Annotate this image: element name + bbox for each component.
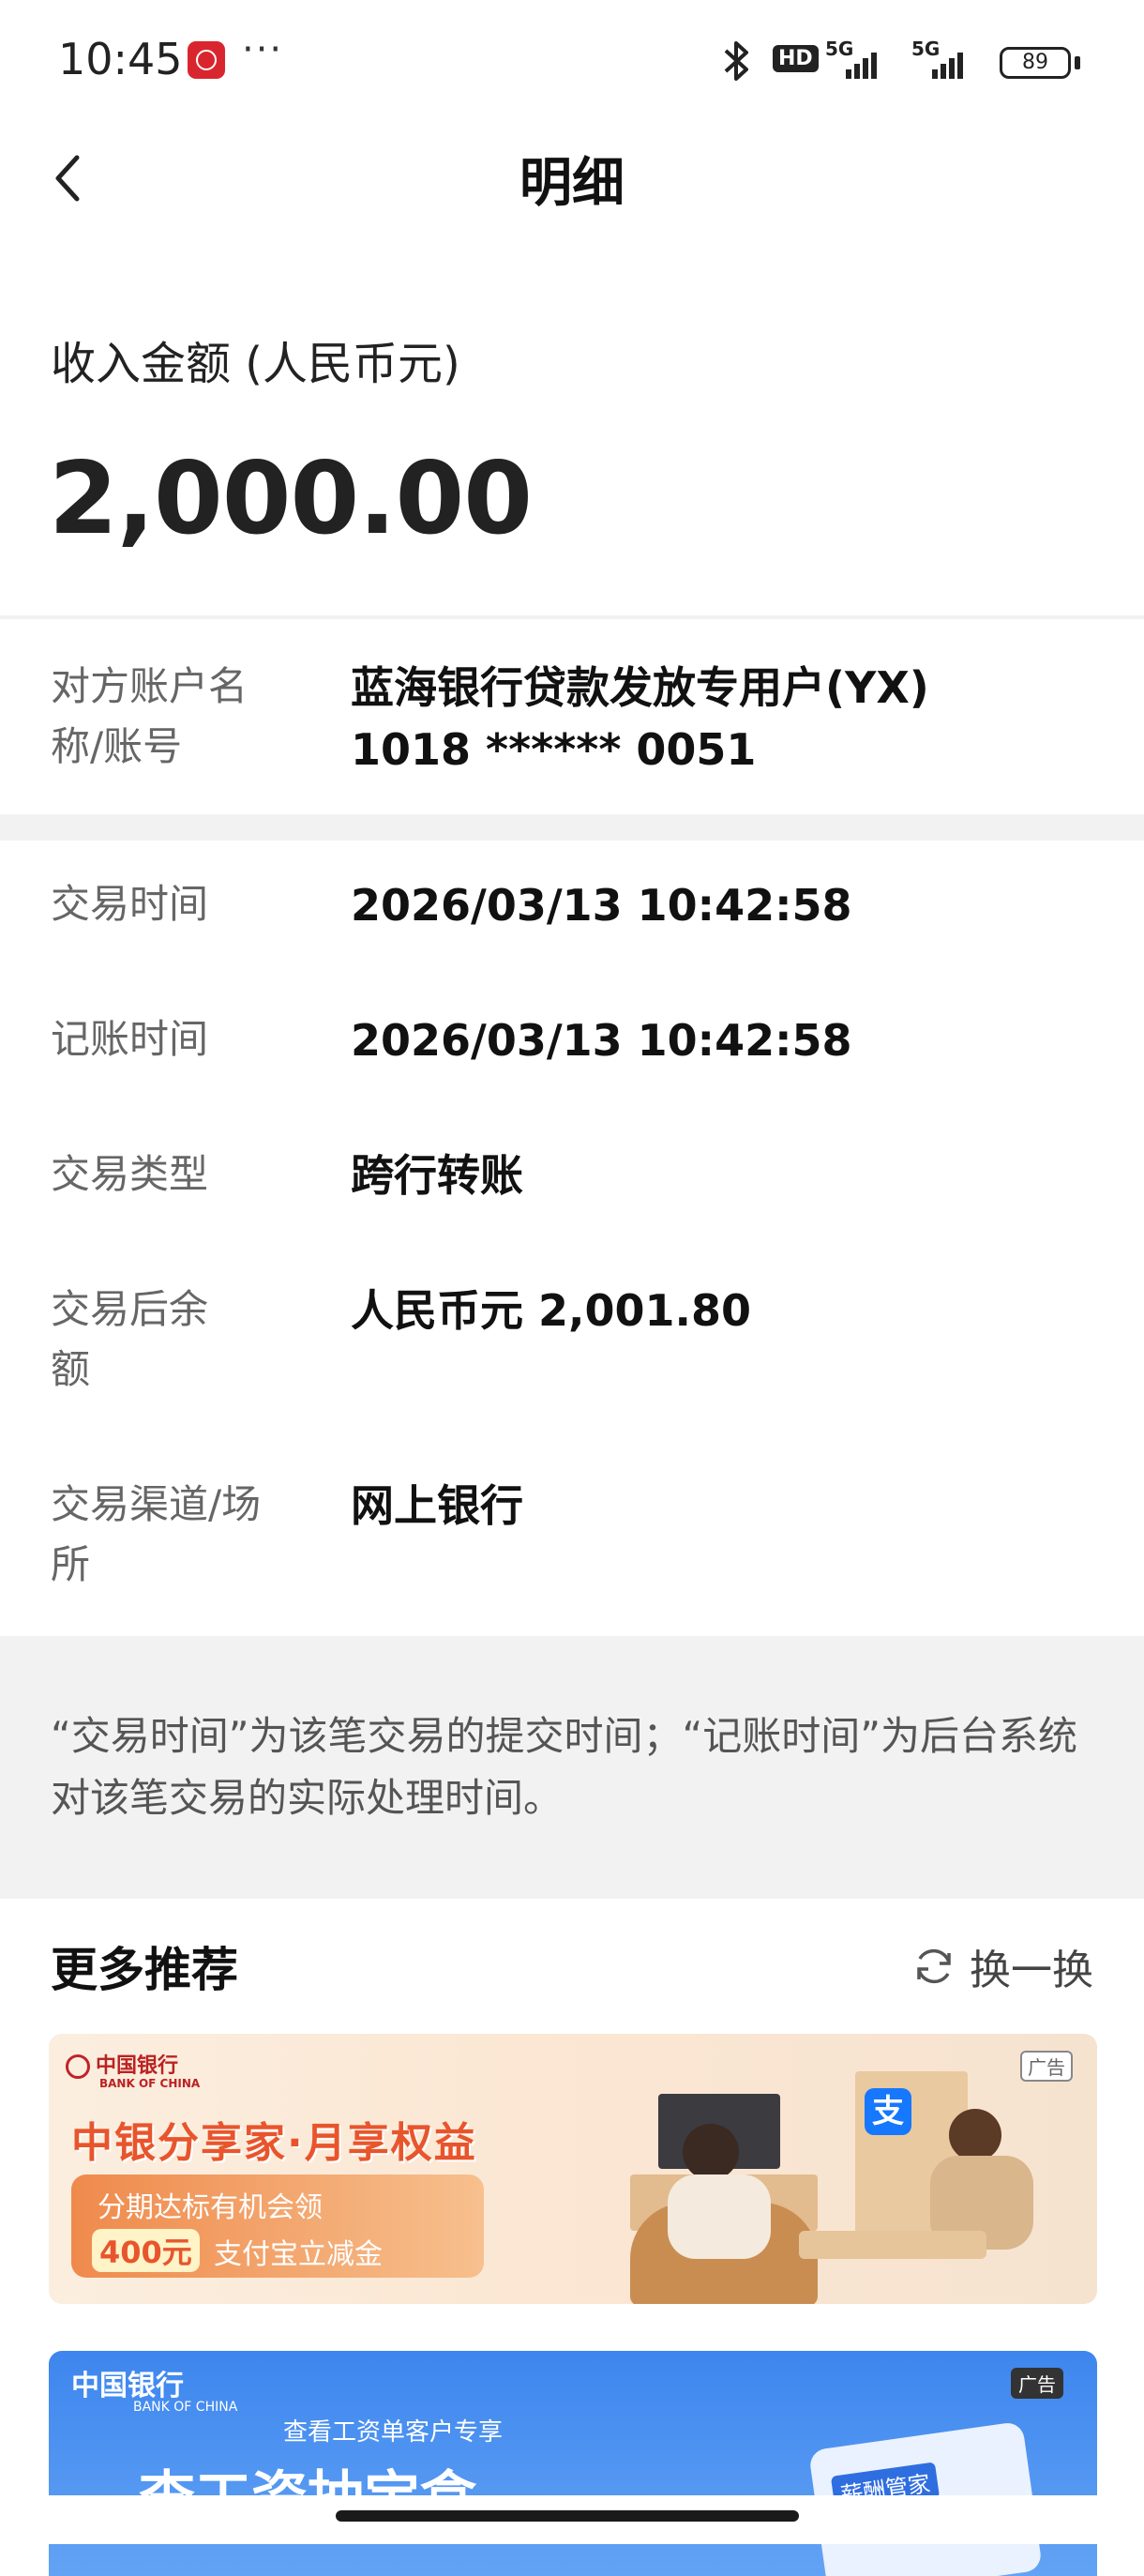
refresh-button[interactable]: 换一换 [970, 1936, 1093, 1996]
detail-label-channel: 交易渠道/场所 [51, 1481, 262, 1587]
signal-1-icon: 5G [825, 38, 881, 83]
status-time: 10:45 [58, 34, 183, 84]
ad1-offer-amount: 400元 [92, 2229, 200, 2272]
amount-value: 2,000.00 [49, 441, 533, 556]
person-1-head [683, 2124, 739, 2180]
ad1-offer-line2: 支付宝立减金 [214, 2238, 383, 2271]
bank-app-notification-icon [188, 41, 225, 79]
detail-label-posting-time: 记账时间 [51, 1016, 209, 1062]
battery-tip [1075, 56, 1080, 69]
detail-label-balance: 交易后余额 [51, 1286, 209, 1392]
ad2-logo-en: BANK OF CHINA [133, 2400, 238, 2415]
ad1-title: 中银分享家·月享权益 [71, 2119, 477, 2167]
more-recommendations-title: 更多推荐 [51, 1943, 238, 1997]
battery-icon: 89 [1000, 47, 1071, 79]
detail-value-balance: 人民币元 2,001.80 [351, 1285, 752, 1336]
ad1-offer-line1: 分期达标有机会领 [98, 2191, 323, 2224]
divider [0, 615, 1144, 619]
signal-2-icon: 5G [911, 38, 968, 83]
bluetooth-icon [718, 38, 756, 95]
page-title: 明细 [519, 153, 625, 214]
detail-label-transaction-type: 交易类型 [51, 1151, 209, 1197]
hd-voice-icon: HD [773, 45, 819, 72]
counterparty-label: 对方账户名称/账号 [51, 663, 248, 769]
person-1-body [668, 2174, 771, 2259]
coffee-table-illustration [799, 2231, 986, 2259]
signal-2-label: 5G [911, 38, 941, 60]
amount-label: 收入金额 (人民币元) [51, 338, 460, 390]
more-notifications-icon: ··· [242, 28, 284, 71]
refresh-icon[interactable] [911, 1944, 956, 1989]
ad-banner-share-benefits[interactable]: 中国银行 BANK OF CHINA 中银分享家·月享权益 分期达标有机会领 4… [49, 2034, 1097, 2304]
section-divider [0, 814, 1144, 841]
ad1-ad-tag: 广告 [1020, 2051, 1073, 2082]
home-indicator[interactable] [336, 2510, 799, 2522]
counterparty-value: 蓝海银行贷款发放专用户(YX) 1018 ****** 0051 [351, 662, 929, 775]
detail-label-transaction-time: 交易时间 [51, 881, 209, 927]
ad1-logo-en: BANK OF CHINA [99, 2077, 201, 2090]
alipay-icon: 支 [865, 2088, 911, 2135]
ad2-subtitle: 查看工资单客户专享 [283, 2418, 504, 2447]
detail-value-posting-time: 2026/03/13 10:42:58 [351, 1015, 852, 1066]
detail-value-transaction-type: 跨行转账 [351, 1150, 523, 1201]
bank-of-china-logo: 中国银行 BANK OF CHINA [66, 2049, 200, 2090]
detail-value-channel: 网上银行 [351, 1480, 523, 1531]
detail-value-transaction-time: 2026/03/13 10:42:58 [351, 880, 852, 931]
ad2-logo: 中国银行 [71, 2370, 184, 2402]
signal-1-label: 5G [825, 38, 854, 60]
person-2-head [949, 2109, 1001, 2161]
ad1-logo-text: 中国银行 [96, 2054, 179, 2078]
notice-text: “交易时间”为该笔交易的提交时间；“记账时间”为后台系统对该笔交易的实际处理时间… [51, 1713, 1078, 1821]
ad2-ad-tag: 广告 [1011, 2368, 1063, 2399]
